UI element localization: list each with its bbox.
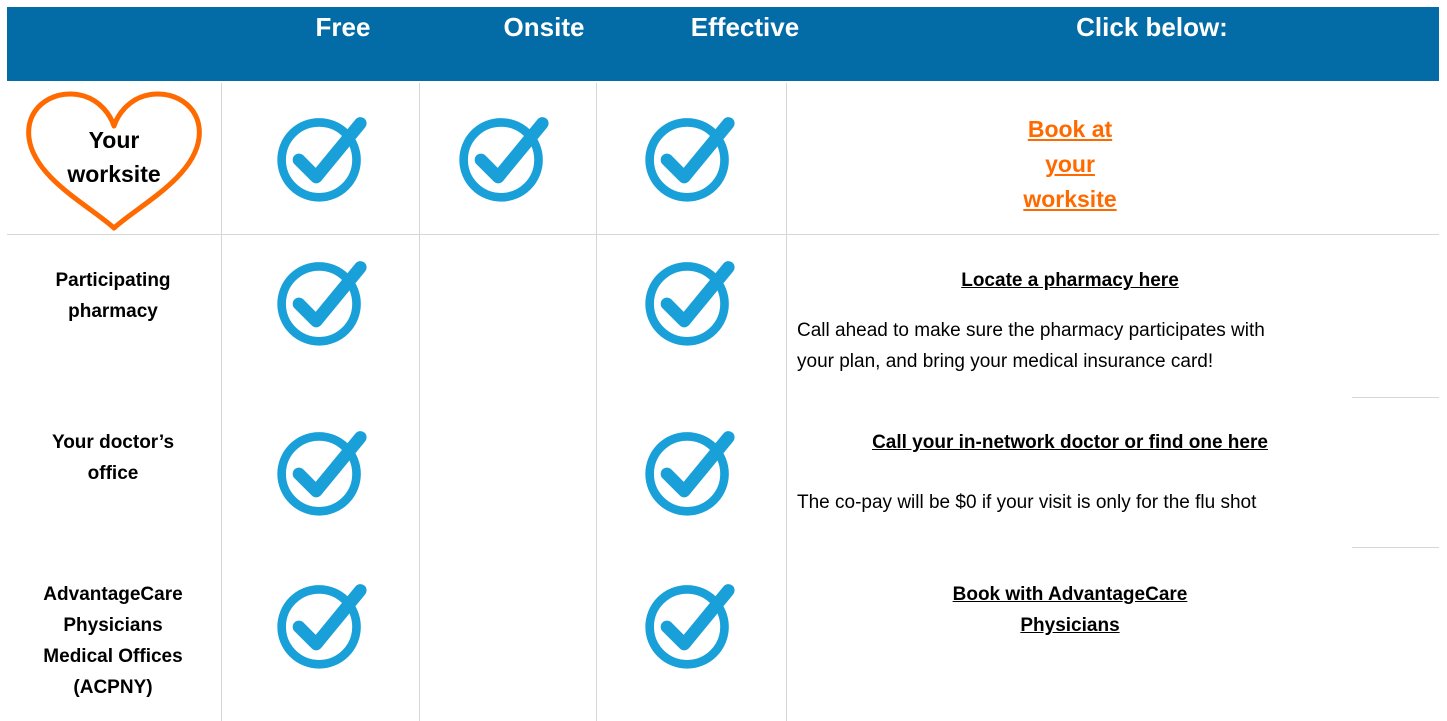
row-label: Participating pharmacy	[55, 270, 171, 322]
doctor-note: The co-pay will be $0 if your visit is o…	[797, 492, 1257, 513]
checkmark-circle-icon	[273, 252, 369, 348]
grid-line	[221, 83, 222, 721]
row-divider	[1352, 547, 1439, 548]
row-label: Your doctor’s office	[51, 432, 175, 484]
locate-pharmacy-link[interactable]: Locate a pharmacy here	[870, 265, 1270, 296]
header-onsite: Onsite	[503, 12, 585, 42]
row-divider	[1352, 397, 1439, 398]
grid-line	[596, 83, 597, 721]
header-effective: Effective	[690, 12, 800, 42]
find-doctor-link[interactable]: Call your in-network doctor or find one …	[820, 427, 1320, 458]
row-label: AdvantageCare Physicians Medical Offices…	[43, 584, 183, 698]
checkmark-circle-icon	[455, 108, 551, 204]
checkmark-circle-icon	[641, 108, 737, 204]
table-header: Free Onsite Effective Click below:	[7, 7, 1439, 81]
checkmark-circle-icon	[273, 575, 369, 671]
grid-line	[786, 83, 787, 721]
header-free: Free	[315, 12, 371, 42]
book-at-worksite-link[interactable]: Book at your worksite	[970, 112, 1170, 217]
book-advantagecare-link[interactable]: Book with AdvantageCare Physicians	[890, 579, 1250, 641]
checkmark-circle-icon	[273, 422, 369, 518]
checkmark-circle-icon	[641, 252, 737, 348]
grid-line	[419, 83, 420, 721]
checkmark-circle-icon	[641, 575, 737, 671]
row-divider	[7, 234, 1439, 235]
checkmark-circle-icon	[273, 108, 369, 204]
checkmark-circle-icon	[641, 422, 737, 518]
row-label: Your worksite	[67, 127, 161, 187]
header-click-below: Click below:	[1076, 12, 1228, 42]
pharmacy-note: Call ahead to make sure the pharmacy par…	[797, 320, 1265, 372]
